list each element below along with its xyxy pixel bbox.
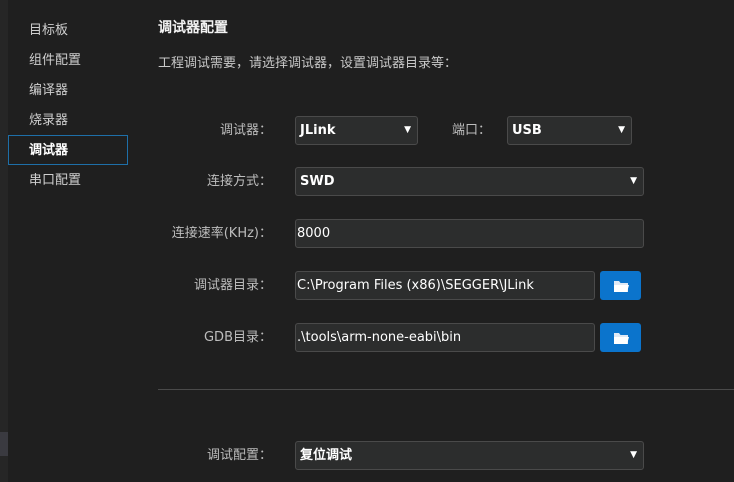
sidebar-item-components[interactable]: 组件配置 [8,45,128,75]
debugger-dir-input[interactable]: C:\Program Files (x86)\SEGGER\JLink [295,271,595,300]
gdb-dir-input[interactable]: .\tools\arm-none-eabi\bin [295,323,595,352]
debug-config-value: 复位调试 [300,448,353,463]
debugger-dir-label: 调试器目录： [193,278,272,293]
page-description: 工程调试需要，请选择调试器，设置调试器目录等： [158,56,458,71]
sidebar-item-compiler[interactable]: 编译器 [8,75,128,105]
debug-config-label: 调试配置： [206,448,272,463]
debugger-value: JLink [300,123,336,138]
chevron-down-icon: ▼ [618,125,625,135]
port-label: 端口： [451,123,491,138]
sidebar-item-flasher[interactable]: 烧录器 [8,105,128,135]
port-select[interactable]: USB ▼ [507,116,632,145]
port-value: USB [512,123,542,138]
left-edge-tab[interactable] [0,432,8,456]
chevron-down-icon: ▼ [630,450,637,460]
debug-config-select[interactable]: 复位调试 ▼ [295,441,644,470]
chevron-down-icon: ▼ [630,176,637,186]
page-title: 调试器配置 [158,20,228,36]
speed-input[interactable]: 8000 [295,219,644,248]
folder-icon [613,280,629,292]
sidebar: 目标板 组件配置 编译器 烧录器 调试器 串口配置 [8,15,128,195]
debugger-label: 调试器： [219,123,272,138]
gdb-dir-label: GDB目录： [203,330,272,345]
left-edge-strip [0,0,8,482]
folder-icon [613,332,629,344]
speed-label: 连接速率(KHz)： [171,226,272,241]
sidebar-item-serial[interactable]: 串口配置 [8,165,128,195]
browse-gdb-dir-button[interactable] [600,323,641,352]
connection-value: SWD [300,174,335,189]
connection-label: 连接方式： [206,174,272,189]
section-divider [158,389,734,390]
browse-debugger-dir-button[interactable] [600,271,641,300]
sidebar-item-target-board[interactable]: 目标板 [8,15,128,45]
sidebar-item-debugger[interactable]: 调试器 [8,135,128,165]
connection-select[interactable]: SWD ▼ [295,167,644,196]
